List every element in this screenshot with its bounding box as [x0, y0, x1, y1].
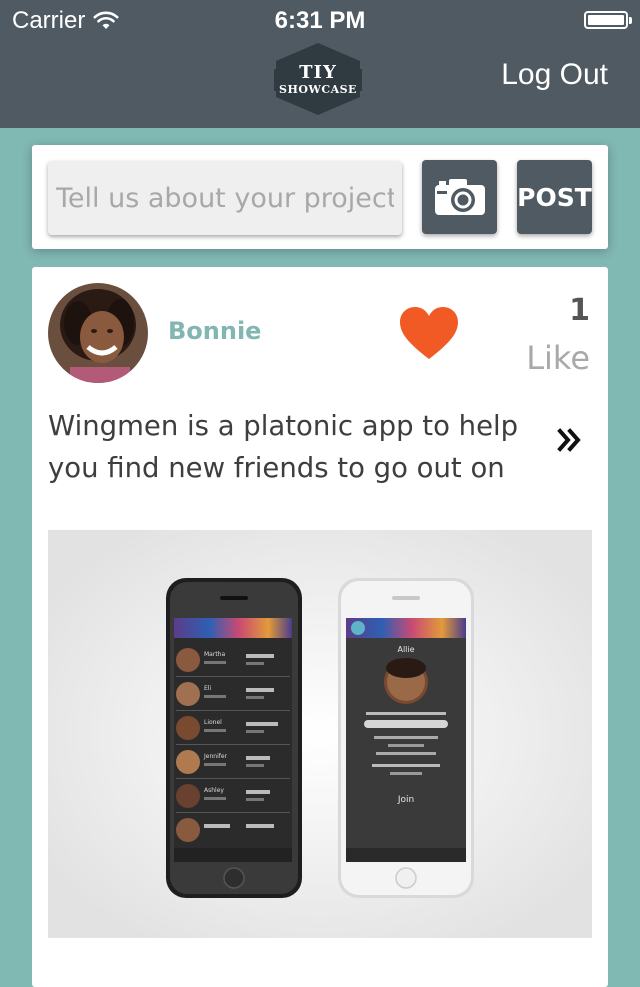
light-phone-profile-name: Allie: [397, 645, 414, 654]
post-button[interactable]: POST: [517, 160, 592, 234]
logout-button[interactable]: Log Out: [501, 58, 608, 92]
project-description-input[interactable]: [48, 161, 402, 235]
svg-text:Lionel: Lionel: [204, 719, 222, 726]
post-description: Wingmen is a platonic app to help you fi…: [48, 410, 519, 484]
svg-text:Ashley: Ashley: [204, 787, 224, 794]
project-screenshot-image: Martha Eli Lionel Jennifer Ashley Allie …: [48, 530, 592, 938]
heart-icon[interactable]: [398, 305, 460, 361]
camera-button[interactable]: [422, 160, 497, 234]
double-chevron-right-icon[interactable]: [556, 425, 586, 455]
svg-text:Jennifer: Jennifer: [203, 753, 228, 760]
status-bar: Carrier 6:31 PM: [0, 0, 640, 40]
like-count: 1: [569, 293, 590, 328]
svg-text:Martha: Martha: [204, 651, 225, 658]
author-name[interactable]: Bonnie: [168, 317, 261, 345]
status-time: 6:31 PM: [274, 7, 366, 34]
light-phone-action: Join: [397, 795, 414, 805]
app-header: Carrier 6:31 PM TIY SHOWCASE Log Out: [0, 0, 640, 128]
camera-icon: [434, 179, 485, 215]
post-composer: POST: [32, 145, 608, 249]
battery-icon: [584, 11, 632, 29]
svg-text:Eli: Eli: [204, 685, 211, 692]
like-button[interactable]: Like: [526, 339, 590, 377]
project-post-card: Bonnie 1 Like Wingmen is a platonic app …: [32, 267, 608, 987]
showcase-logo[interactable]: TIY SHOWCASE: [272, 41, 364, 117]
author-avatar[interactable]: [48, 283, 148, 383]
logo-text-line1: TIY: [299, 61, 337, 83]
logo-text-line2: SHOWCASE: [279, 82, 357, 96]
